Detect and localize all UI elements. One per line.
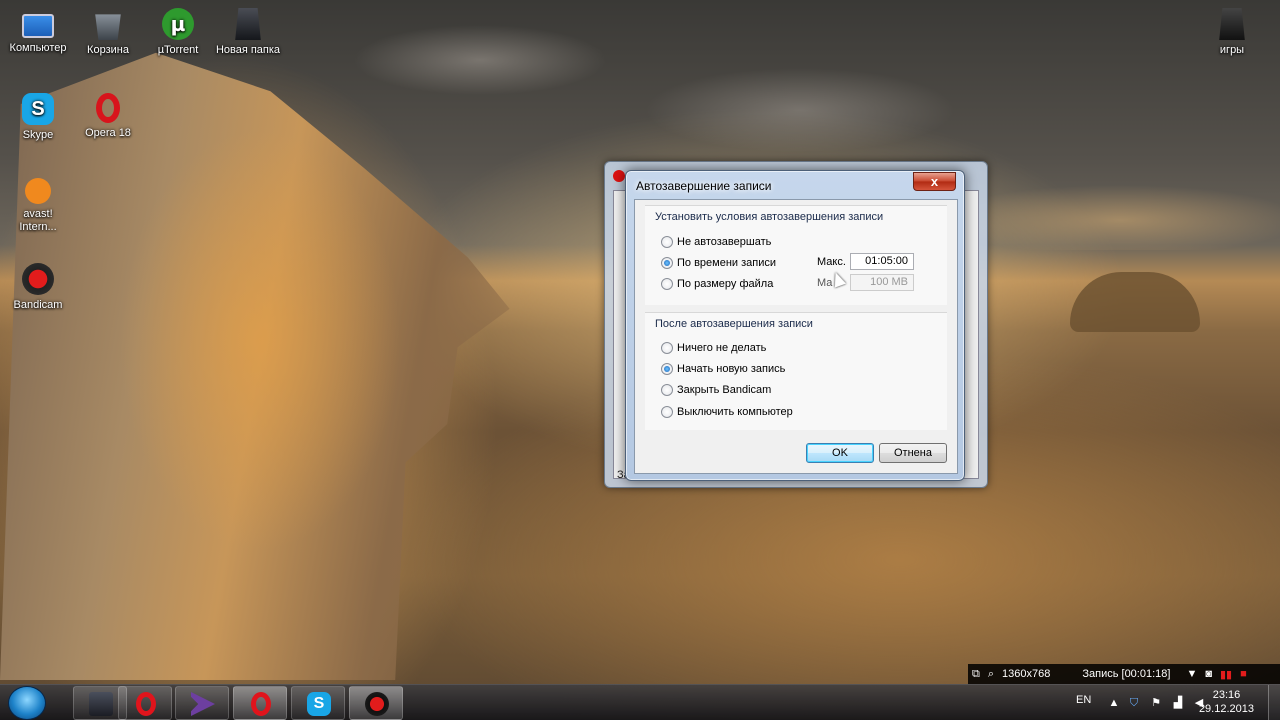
opera-icon [251,692,271,716]
radio-button[interactable] [661,406,673,418]
radio-label: Начать новую запись [677,363,786,375]
visual-studio-icon [191,692,215,716]
radio-button[interactable] [661,384,673,396]
clock-date: 29.12.2013 [1198,703,1254,715]
network-icon[interactable]: ▟ [1171,696,1185,710]
recording-status: Запись [00:01:18] [1082,668,1171,680]
taskbar-app-bandicam[interactable] [349,686,403,720]
desktop-icon-utorrent[interactable]: µTorrent [142,8,214,57]
radio-button-checked[interactable] [661,257,673,269]
radio-button[interactable] [661,236,673,248]
radio-button[interactable] [661,342,673,354]
start-button[interactable] [8,686,46,720]
ok-button[interactable]: OK [806,443,874,463]
clock-time: 23:16 [1212,689,1241,701]
desktop-icon-label: avast! Intern... [19,208,57,233]
radio-label: Ничего не делать [677,342,767,354]
desktop-icon-recycle-bin[interactable]: Корзина [72,8,144,57]
taskbar: S EN ▲ ⛉ ⚑ ▟ ◀ 23:16 29.12.2013 [0,684,1280,720]
radio-start-new-recording[interactable]: Начать новую запись [661,361,785,377]
radio-label: По времени записи [677,257,777,269]
max-size-field[interactable]: 100 MB [850,274,914,291]
desktop-icon-skype[interactable]: Skype [2,93,74,142]
desktop-icon-label: Компьютер [9,42,67,54]
desktop-icon-new-folder[interactable]: Новая папка [212,8,284,57]
pause-icon[interactable]: ▮▮ [1220,668,1232,681]
auto-complete-dialog: Автозавершение записи x Установить услов… [625,170,965,481]
radio-label: Выключить компьютер [677,406,793,418]
camera-icon[interactable]: ◙ [1205,668,1212,680]
opera-icon [96,93,120,123]
clock[interactable]: 23:16 29.12.2013 [1199,688,1254,716]
skype-icon [22,93,54,125]
radio-by-time[interactable]: По времени записи [661,255,776,271]
bandicam-recording-bar: ⧉ ⌕ 1360x768 Запись [00:01:18] ▼ ◙ ▮▮ ■ [968,664,1280,684]
taskbar-app-visual-studio[interactable] [175,686,229,720]
desktop-icon-label: Skype [22,129,54,141]
desktop-icon-opera[interactable]: Opera 18 [72,93,144,140]
desktop-icon-avast[interactable]: avast! Intern... [2,178,74,234]
close-icon: x [930,174,939,189]
max-size-label: Ма [817,277,833,289]
dialog-body: Установить условия автозавершения записи… [634,199,958,474]
window-mode-icon[interactable]: ⧉ [972,668,980,681]
close-button[interactable]: x [913,172,956,191]
games-icon [1219,8,1245,40]
dialog-title: Автозавершение записи [636,179,772,193]
show-desktop-button[interactable] [1268,685,1280,720]
radio-label: Не автозавершать [677,236,772,248]
taskbar-app-opera-2[interactable] [233,686,287,720]
resolution-readout: 1360x768 [1002,668,1051,680]
taskbar-app-opera-1[interactable] [118,686,172,720]
avast-icon [25,178,51,204]
show-hidden-icons-icon[interactable]: ▲ [1107,696,1121,710]
desktop-icon-games[interactable]: игры [1196,8,1268,57]
bandicam-icon [22,263,54,295]
skype-icon: S [307,692,331,716]
taskbar-app-skype[interactable]: S [291,686,345,720]
action-center-icon[interactable]: ⚑ [1149,696,1163,710]
desktop-icon-label: Новая папка [215,44,281,56]
desktop-icon-label: игры [1219,44,1245,56]
dropdown-icon[interactable]: ▼ [1186,668,1197,680]
cancel-button[interactable]: Отнена [879,443,947,463]
desktop-icon-bandicam[interactable]: Bandicam [2,263,74,312]
max-time-field[interactable]: 01:05:00 [850,253,914,270]
max-time-label: Макс. [817,256,846,268]
stop-icon[interactable]: ■ [1240,668,1247,680]
desktop-icon-computer[interactable]: Компьютер [2,8,74,55]
desktop-icon-label: Opera 18 [85,127,131,139]
conditions-group-label: Установить условия автозавершения записи [655,211,884,223]
radio-label: Закрыть Bandicam [677,384,772,396]
radio-button-checked[interactable] [661,363,673,375]
computer-icon [22,14,54,38]
gamepad-icon [89,692,113,716]
radio-label: По размеру файла [677,278,774,290]
language-indicator[interactable]: EN [1076,694,1091,706]
utorrent-icon [162,8,194,40]
after-complete-group-label: После автозавершения записи [655,318,813,330]
desktop-icon-label: Bandicam [13,299,63,311]
folder-icon [235,8,261,40]
radio-button[interactable] [661,278,673,290]
recycle-bin-icon [95,14,121,40]
wallpaper-hill [1070,272,1200,332]
conditions-group: Установить условия автозавершения записи… [645,205,947,305]
radio-do-nothing[interactable]: Ничего не делать [661,340,766,356]
magnifier-icon[interactable]: ⌕ [988,668,994,681]
desktop-icon-label: µTorrent [157,44,199,56]
shield-icon[interactable]: ⛉ [1127,696,1141,710]
bandicam-record-icon [613,170,625,182]
radio-by-size[interactable]: По размеру файла [661,276,773,292]
radio-shutdown-computer[interactable]: Выключить компьютер [661,404,793,420]
radio-no-autocomplete[interactable]: Не автозавершать [661,234,771,250]
desktop-icon-label: Корзина [87,44,129,56]
radio-close-bandicam[interactable]: Закрыть Bandicam [661,382,771,398]
bandicam-icon [365,692,389,716]
opera-icon [136,692,156,716]
after-complete-group: После автозавершения записи Ничего не де… [645,312,947,430]
